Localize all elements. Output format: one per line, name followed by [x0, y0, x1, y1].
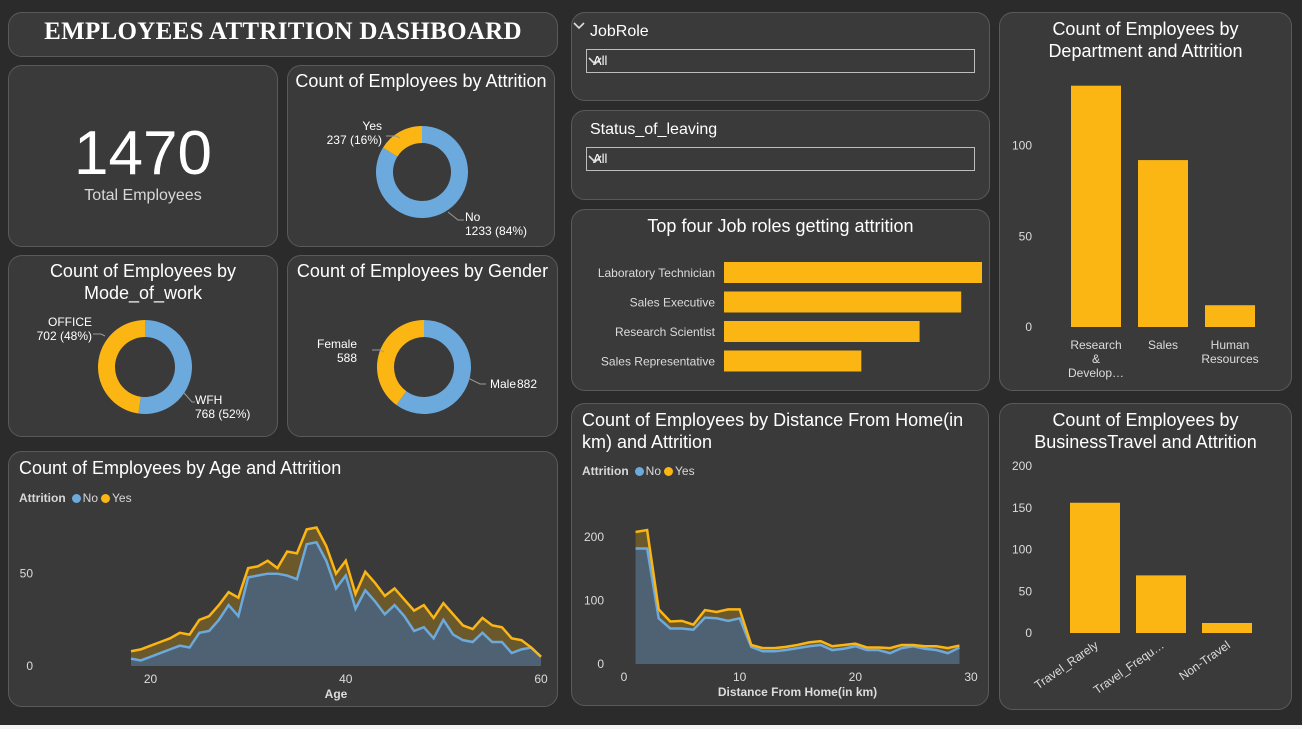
bar — [1202, 622, 1252, 633]
bar — [724, 350, 862, 372]
x-tick-label: Travel_Rarely — [1032, 638, 1101, 692]
y-tick-label: 100 — [1012, 139, 1032, 153]
bar — [1070, 502, 1120, 633]
slicer-title: Status_of_leaving — [590, 121, 718, 138]
x-tick-label: Travel_Frequ… — [1091, 638, 1167, 697]
data-label: 1233 (84%) — [465, 224, 527, 238]
x-tick-label: & — [1092, 352, 1100, 366]
leader-line — [447, 211, 464, 221]
age-area-card: Count of Employees by Age and Attrition … — [8, 451, 558, 707]
age-area-chart: 0 50 20 40 60 Age — [20, 526, 548, 701]
data-label: 237 (16%) — [327, 133, 382, 147]
y-tick-label: 100 — [1012, 543, 1032, 557]
area-no — [131, 542, 541, 666]
slicer-title: JobRole — [590, 23, 649, 40]
data-label: No — [465, 210, 481, 224]
kpi-label: Total Employees — [84, 187, 202, 204]
status-dropdown[interactable]: All — [586, 147, 975, 171]
y-tick-label: 0 — [597, 657, 604, 671]
bar — [724, 321, 920, 342]
job-roles-bar-chart: Laboratory Technician Sales Executive Rese… — [598, 262, 982, 372]
data-label: Female — [317, 337, 357, 351]
y-tick-label: 0 — [1025, 626, 1032, 640]
data-label: 768 (52%) — [195, 407, 250, 421]
data-label: WFH — [195, 393, 222, 407]
chevron-down-icon[interactable] — [587, 54, 603, 68]
x-tick-label: 0 — [621, 670, 628, 684]
chevron-down-icon[interactable] — [572, 19, 586, 33]
travel-bar-chart: 0 50 100 150 200 Travel_RarelyTravel_Frequ… No… — [1012, 459, 1252, 697]
leader-line — [183, 392, 195, 403]
x-tick-label: Develop… — [1068, 366, 1124, 380]
y-tick-label: 0 — [1025, 320, 1032, 334]
kpi-card: 1470 Total Employees — [8, 65, 278, 247]
x-tick-label: Human — [1211, 338, 1250, 352]
y-tick-label: 50 — [20, 567, 34, 581]
x-tick-label: Non-Travel — [1176, 638, 1232, 683]
category-label: Research Scientist — [615, 325, 716, 339]
y-tick-label: 0 — [26, 659, 33, 673]
data-label: OFFICE — [48, 315, 92, 329]
bar — [1071, 85, 1121, 327]
gender-donut-card: Count of Employees by Gender Female 588 Ma… — [287, 255, 558, 437]
x-axis-title: Distance From Home(in km) — [718, 685, 877, 699]
data-label: 588 — [337, 351, 357, 365]
leader-line — [467, 377, 486, 385]
department-bar-chart: 0 50 100 Research&Develop… Sales HumanResourc… — [1012, 85, 1259, 380]
x-tick-label: Resources — [1201, 352, 1258, 366]
y-tick-label: 50 — [1019, 229, 1033, 243]
jobrole-dropdown[interactable]: All — [586, 49, 975, 73]
pie-slice-office — [97, 320, 145, 414]
bar — [1136, 575, 1186, 633]
data-label: Male — [490, 377, 516, 391]
status-slicer[interactable]: Status_of_leaving All — [571, 110, 990, 200]
job-roles-bar-card: Top four Job roles getting attrition Lab… — [571, 209, 990, 391]
kpi-value: 1470 — [74, 119, 212, 188]
gender-donut-chart: Female588 Male 882 — [317, 320, 537, 414]
y-tick-label: 50 — [1019, 584, 1033, 598]
x-tick-label: 60 — [534, 672, 548, 686]
data-label: Yes — [362, 119, 382, 133]
y-tick-label: 100 — [584, 594, 604, 608]
x-tick-label: 20 — [849, 670, 863, 684]
bar — [724, 262, 982, 283]
mode-of-work-donut-chart: OFFICE702 (48%) WFH768 (52%) — [37, 315, 251, 421]
y-tick-label: 150 — [1012, 501, 1032, 515]
distance-area-chart: 0 100 200 0 10 20 30 Distance From Home(in km) — [584, 528, 978, 699]
bottom-strip — [0, 725, 1302, 729]
x-tick-label: 10 — [733, 670, 747, 684]
category-label: Sales Executive — [630, 296, 716, 310]
data-label: 882 — [517, 377, 537, 391]
bar — [1138, 160, 1188, 327]
category-label: Sales Representative — [601, 355, 715, 369]
dashboard-title-card: EMPLOYEES ATTRITION DASHBOARD — [8, 12, 558, 57]
bar — [1205, 305, 1255, 327]
jobrole-slicer[interactable]: JobRole All — [571, 12, 990, 101]
category-label: Laboratory Technician — [598, 266, 715, 280]
travel-bar-card: Count of Employees by BusinessTravel and… — [999, 403, 1292, 710]
x-tick-label: 30 — [964, 670, 978, 684]
distance-area-card: Count of Employees by Distance From Home… — [571, 403, 989, 706]
chevron-down-icon[interactable] — [587, 152, 603, 166]
department-bar-card: Count of Employees by Department and Att… — [999, 12, 1292, 391]
x-tick-label: 40 — [339, 672, 353, 686]
attrition-donut-chart: Yes237 (16%) No1233 (84%) — [327, 119, 527, 238]
dashboard-title: EMPLOYEES ATTRITION DASHBOARD — [44, 18, 522, 45]
attrition-donut-card: Count of Employees by Attrition Yes 237 (… — [287, 65, 555, 247]
x-tick-label: Sales — [1148, 338, 1178, 352]
bar — [724, 291, 962, 313]
x-axis-title: Age — [325, 687, 348, 701]
pie-slice-wfh — [138, 320, 192, 414]
data-label: 702 (48%) — [37, 329, 92, 343]
leader-line — [93, 333, 106, 337]
y-tick-label: 200 — [1012, 459, 1032, 473]
x-tick-label: 20 — [144, 672, 158, 686]
pie-slice-female — [377, 320, 424, 406]
mode-of-work-donut-card: Count of Employees by Mode_of_work OFFIC… — [8, 255, 278, 437]
y-tick-label: 200 — [584, 530, 604, 544]
x-tick-label: Research — [1070, 338, 1121, 352]
